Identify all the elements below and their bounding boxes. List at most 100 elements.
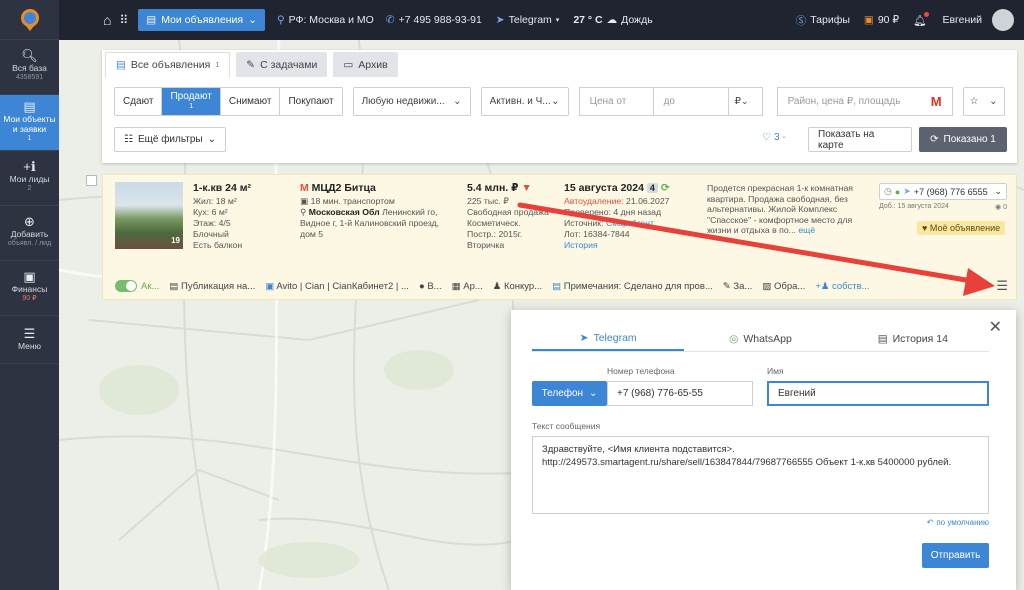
date-badge: 4: [646, 183, 658, 193]
metro-station[interactable]: МЦД2 Битца: [312, 182, 376, 194]
currency-select[interactable]: ₽ ⌄: [728, 87, 763, 116]
select-value: Активн. и Ч...: [489, 96, 551, 107]
phone-input[interactable]: +7 (968) 776-65-55: [607, 381, 753, 406]
price-from-input[interactable]: Цена от: [578, 87, 654, 116]
region-selector[interactable]: ⚲ РФ: Москва и МО: [277, 14, 374, 26]
default-text-link[interactable]: ↶ по умолчанию: [927, 518, 989, 527]
my-ads-dropdown[interactable]: ▤ Мои объявления ⌄: [138, 9, 265, 31]
price-per-meter: 225 тыс. ₽: [467, 196, 509, 206]
owners-action[interactable]: +♟ собств...: [815, 281, 869, 292]
send-button[interactable]: Отправить: [922, 543, 989, 568]
platforms-action[interactable]: ▣ Avito | Cian | CianКабинет2 | ...: [265, 281, 409, 292]
filters-row-2: ☷ Ещё фильтры ⌄ ♡ 3 - Показать на карте …: [114, 127, 1007, 152]
sidebar-item-my-objects[interactable]: ▤ Мои объекты и заявки 1: [0, 95, 59, 151]
document-icon: ▤: [116, 59, 126, 71]
deal-sell[interactable]: Продают 1: [162, 88, 221, 115]
shown-count-button[interactable]: ⟳ Показано 1: [919, 127, 1007, 152]
contact-phone-select[interactable]: ◷ ● ➤ +7 (968) 776 6555 ⌄: [879, 183, 1007, 200]
document-icon: ▤: [146, 14, 157, 26]
location-pin-icon: ⚲: [300, 207, 307, 217]
shown-label: Показано 1: [943, 134, 996, 145]
tab-all-ads[interactable]: ▤ Все объявления 1: [105, 52, 231, 77]
saved-searches[interactable]: ♡ 3 -: [762, 132, 786, 143]
sidebar-item-menu[interactable]: ☰ Меню: [0, 316, 59, 364]
search-input[interactable]: Район, цена ₽, площадь M: [776, 87, 953, 116]
region: Московская Обл: [308, 207, 380, 217]
balance[interactable]: ▣ 90 ₽: [864, 14, 899, 26]
sidebar-item-add[interactable]: ⊕ Добавить объявл. / лид: [0, 206, 59, 261]
favorites-select[interactable]: ☆ ⌄: [962, 87, 1005, 116]
sidebar-item-finance[interactable]: ▣ Финансы 90 ₽: [0, 261, 59, 316]
listing-title[interactable]: 1-к.кв 24 м²: [193, 183, 289, 194]
deal-rent-out[interactable]: Сдают: [115, 88, 163, 115]
tab-label: Архив: [358, 58, 388, 71]
property-type-select[interactable]: Любую недвижи... ⌄: [352, 87, 471, 116]
source-link[interactable]: СмартАгент: [606, 218, 654, 228]
sidebar: 🔍︎ Вся база 4358591 ▤ Мои объекты и заяв…: [0, 0, 59, 590]
close-icon[interactable]: ✕: [989, 317, 1002, 337]
show-on-map-button[interactable]: Показать на карте: [808, 127, 912, 152]
chevron-down-icon: ⌄: [989, 96, 998, 107]
tab-archive[interactable]: ▭ Архив: [333, 52, 398, 77]
user-menu[interactable]: [992, 9, 1014, 31]
dialog-tabs: ➤ Telegram ◎ WhatsApp ▤ История 14: [532, 327, 989, 352]
action-label: Ар...: [463, 280, 483, 292]
active-label: Ак...: [141, 280, 160, 292]
more-link[interactable]: ещё: [798, 225, 815, 235]
status-select[interactable]: Активн. и Ч... ⌄: [480, 87, 569, 116]
za-action[interactable]: ✎ За...: [723, 281, 753, 292]
phone-type-select[interactable]: Телефон ⌄: [532, 381, 607, 406]
support-phone[interactable]: ✆ +7 495 988-93-91: [386, 14, 482, 26]
checked: Проверено: 4 дня назад: [564, 207, 662, 217]
select-value: Любую недвижи...: [361, 96, 445, 107]
home-icon[interactable]: ⌂: [103, 12, 111, 28]
add-user-icon: +♟: [815, 280, 830, 292]
sidebar-item-my-leads[interactable]: +ℹ Мои лиды 2: [0, 151, 59, 206]
listing-photo[interactable]: 19: [115, 182, 183, 249]
active-toggle[interactable]: Ак...: [115, 280, 159, 292]
sidebar-item-all-base[interactable]: 🔍︎ Вся база 4358591: [0, 40, 59, 95]
listing-date: 15 августа 2024: [564, 182, 644, 194]
tariffs-link[interactable]: Ⓢ Тарифы: [796, 13, 850, 28]
notifications-bell-icon[interactable]: 🔔︎: [913, 11, 930, 27]
dollar-circle-icon: Ⓢ: [795, 14, 807, 27]
sync-icon[interactable]: ⟳: [661, 182, 670, 194]
my-ad-label: Моё объявление: [929, 223, 1001, 233]
apps-grid-icon[interactable]: ⠿: [119, 13, 128, 27]
plus-circle-icon: ⊕: [24, 214, 35, 229]
history-link[interactable]: История: [564, 240, 689, 251]
thumbs-down-icon[interactable]: ▼: [521, 182, 531, 194]
tab-history[interactable]: ▤ История 14: [837, 327, 989, 351]
tab-telegram[interactable]: ➤ Telegram: [532, 327, 685, 351]
deal-buy[interactable]: Покупают: [280, 88, 341, 115]
ar-action[interactable]: ▦ Ар...: [452, 281, 483, 292]
action-label: Обра...: [773, 280, 806, 292]
obr-action[interactable]: ▨ Обра...: [762, 281, 805, 292]
name-input[interactable]: Евгений: [767, 381, 989, 406]
heart-search-icon: ♡: [762, 132, 771, 143]
whatsapp-icon: ◎: [729, 333, 739, 345]
competitors-action[interactable]: ♟ Конкур...: [493, 281, 542, 292]
deal-label: Сдают: [123, 95, 154, 107]
publication-action[interactable]: ▤ Публикация на...: [169, 281, 255, 292]
more-filters-button[interactable]: ☷ Ещё фильтры ⌄: [114, 127, 227, 152]
listing-checkbox[interactable]: [86, 175, 97, 186]
filters-panel: ▤ Все объявления 1 ✎ С задачами ▭ Архив …: [102, 50, 1017, 163]
refresh-icon: ⟳: [930, 134, 939, 145]
action-label: Примечания: Сделано для пров...: [563, 280, 713, 292]
metro-icon[interactable]: M: [931, 94, 942, 109]
app-logo[interactable]: [0, 0, 59, 40]
tab-whatsapp[interactable]: ◎ WhatsApp: [684, 327, 836, 351]
notes-action[interactable]: ▤ Примечания: Сделано для пров...: [552, 281, 713, 292]
message-textarea[interactable]: Здравствуйте, <Имя клиента подставится>.…: [532, 436, 989, 514]
v-action[interactable]: ● В...: [419, 281, 442, 292]
balance-label: 90 ₽: [877, 14, 900, 26]
user-name[interactable]: Евгений: [942, 14, 982, 26]
deal-rent[interactable]: Снимают: [221, 88, 281, 115]
menu-icon[interactable]: ☰: [996, 278, 1008, 294]
tab-with-tasks[interactable]: ✎ С задачами: [236, 52, 328, 77]
listing-card[interactable]: 19 1-к.кв 24 м² Жил: 18 м² Кух: 6 м² Эта…: [102, 174, 1017, 300]
telegram-link[interactable]: ➤ Telegram ▾: [496, 14, 560, 26]
platform-icon: ▣: [265, 280, 275, 292]
price-to-input[interactable]: до: [653, 87, 729, 116]
